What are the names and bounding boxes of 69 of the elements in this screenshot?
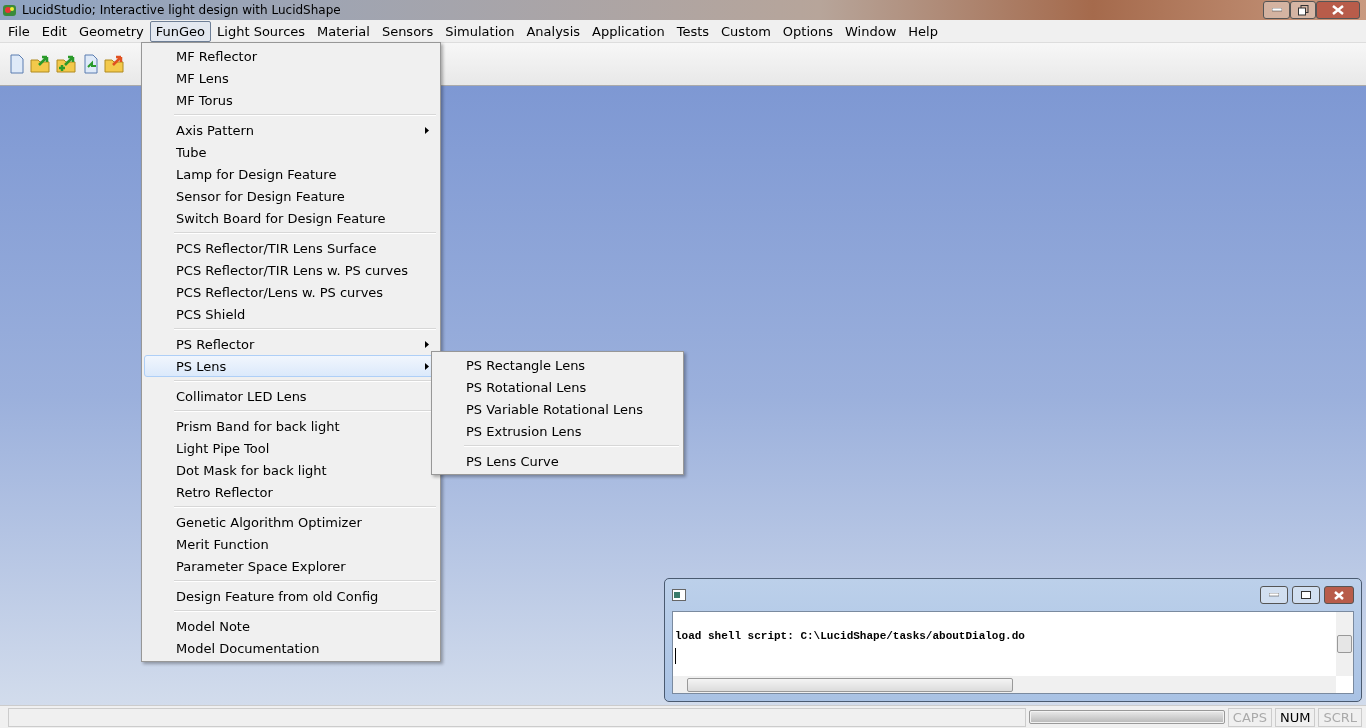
- menu-bar-item[interactable]: Simulation: [439, 20, 521, 42]
- folder-icon[interactable]: [56, 54, 78, 74]
- menu-bar-item[interactable]: Window: [839, 20, 903, 42]
- document-icon[interactable]: [82, 54, 100, 74]
- console-line: load shell script: C:\LucidShape/tasks/aboutDialog.do: [675, 630, 1026, 642]
- menu-item[interactable]: PS Reflector: [144, 333, 438, 355]
- menu-bar-item[interactable]: Custom: [715, 20, 777, 42]
- minimize-button[interactable]: [1260, 586, 1288, 604]
- menu-item[interactable]: PCS Reflector/TIR Lens Surface: [144, 237, 438, 259]
- close-icon: [1332, 5, 1344, 15]
- menu-item[interactable]: Retro Reflector: [144, 481, 438, 503]
- console-icon: [672, 589, 686, 601]
- menu-item[interactable]: Design Feature from old Config: [144, 585, 438, 607]
- maximize-button[interactable]: [1292, 586, 1320, 604]
- menu-item[interactable]: Parameter Space Explorer: [144, 555, 438, 577]
- menu-bar-item[interactable]: Analysis: [520, 20, 587, 42]
- close-icon: [1334, 590, 1344, 600]
- window-title: LucidStudio; Interactive light design with LucidShape: [22, 3, 341, 17]
- menu-item[interactable]: PS Variable Rotational Lens: [434, 398, 681, 420]
- menu-bar-item[interactable]: Geometry: [72, 20, 150, 42]
- folder-icon[interactable]: [104, 54, 126, 74]
- menu-item[interactable]: Merit Function: [144, 533, 438, 555]
- folder-icon[interactable]: [30, 54, 52, 74]
- restore-button[interactable]: [1290, 1, 1316, 19]
- app-icon: [2, 2, 17, 18]
- menu-item[interactable]: PCS Reflector/TIR Lens w. PS curves: [144, 259, 438, 281]
- submenu-arrow-icon: [425, 362, 429, 370]
- menu-item[interactable]: PS Rotational Lens: [434, 376, 681, 398]
- menu-item[interactable]: Lamp for Design Feature: [144, 163, 438, 185]
- menu-item[interactable]: Model Note: [144, 615, 438, 637]
- menu-item[interactable]: MF Torus: [144, 89, 438, 111]
- menu-bar-item[interactable]: Material: [311, 20, 376, 42]
- close-button[interactable]: [1316, 1, 1360, 19]
- menu-bar-item[interactable]: Application: [586, 20, 671, 42]
- status-indicator: SCRL: [1318, 707, 1362, 727]
- menu-item[interactable]: PCS Shield: [144, 303, 438, 325]
- menu-bar-item[interactable]: FunGeo: [149, 20, 212, 42]
- menu-item[interactable]: Axis Pattern: [144, 119, 438, 141]
- horizontal-scrollbar[interactable]: [673, 676, 1336, 693]
- minimize-icon: [1271, 8, 1282, 12]
- restore-icon: [1297, 4, 1309, 16]
- document-icon[interactable]: [8, 54, 26, 74]
- menu-bar-item[interactable]: Sensors: [375, 20, 440, 42]
- menu-bar-item[interactable]: Edit: [35, 20, 73, 42]
- submenu-arrow-icon: [425, 340, 429, 348]
- menu-bar-item[interactable]: File: [2, 20, 36, 42]
- minimize-button[interactable]: [1263, 1, 1290, 19]
- close-button[interactable]: [1324, 586, 1354, 604]
- menu-item[interactable]: PS Lens Curve: [434, 450, 681, 472]
- minimize-icon: [1269, 593, 1279, 597]
- menu-item[interactable]: PCS Reflector/Lens w. PS curves: [144, 281, 438, 303]
- menu-bar-item[interactable]: Options: [776, 20, 840, 42]
- menu-item[interactable]: Sensor for Design Feature: [144, 185, 438, 207]
- maximize-icon: [1301, 591, 1311, 599]
- menu-item[interactable]: Switch Board for Design Feature: [144, 207, 438, 229]
- status-indicator: NUM: [1274, 707, 1316, 727]
- menu-bar-item[interactable]: Light Sources: [211, 20, 312, 42]
- menu-item[interactable]: Tube: [144, 141, 438, 163]
- menu-item[interactable]: Genetic Algorithm Optimizer: [144, 511, 438, 533]
- menu-bar-item[interactable]: Help: [902, 20, 944, 42]
- submenu-arrow-icon: [425, 126, 429, 134]
- menu-item[interactable]: Model Documentation: [144, 637, 438, 659]
- menu-bar-item[interactable]: Tests: [670, 20, 716, 42]
- text-cursor: [675, 648, 676, 664]
- status-indicator: CAPS: [1227, 707, 1272, 727]
- menu-item[interactable]: MF Reflector: [144, 45, 438, 67]
- vertical-scrollbar[interactable]: [1336, 612, 1353, 676]
- menu-item[interactable]: PS Extrusion Lens: [434, 420, 681, 442]
- menu-item[interactable]: MF Lens: [144, 67, 438, 89]
